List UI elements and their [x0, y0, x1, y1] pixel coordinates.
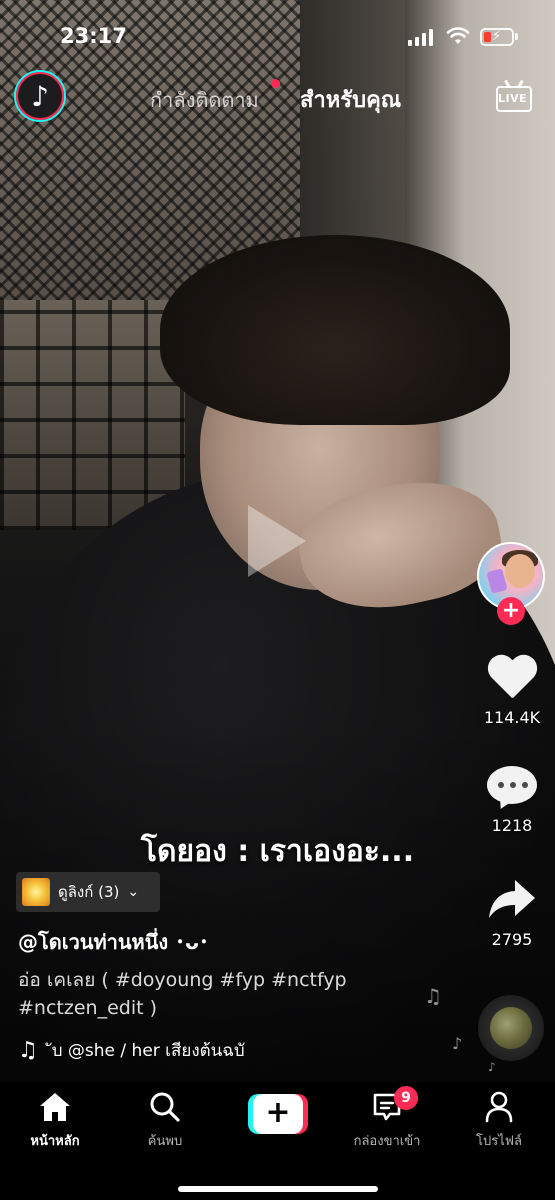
- like-count: 114.4K: [483, 708, 541, 727]
- tab-for-you[interactable]: สำหรับคุณ: [300, 82, 401, 117]
- nav-home-label: หน้าหลัก: [30, 1134, 80, 1149]
- status-bar: 23:17 ⚡: [0, 0, 555, 70]
- sound-title: ับ @she / her เสียงต้นฉบั: [51, 1040, 245, 1061]
- following-notification-dot: [271, 79, 280, 88]
- charging-bolt-icon: ⚡: [492, 29, 502, 44]
- chevron-down-icon: ⌄: [127, 884, 140, 900]
- nav-discover[interactable]: ค้นพบ: [110, 1090, 220, 1151]
- floating-music-note-icon: ♪: [488, 1060, 496, 1074]
- link-chip[interactable]: ดูลิงก์ (3) ⌄: [16, 872, 160, 912]
- battery-icon: ⚡: [480, 28, 514, 46]
- tab-following[interactable]: กำลังติดตาม: [150, 84, 259, 116]
- person-hair: [160, 235, 510, 425]
- status-time: 23:17: [60, 24, 127, 48]
- nav-inbox-label: กล่องขาเข้า: [353, 1134, 421, 1149]
- profile-icon: [485, 1091, 513, 1123]
- play-icon[interactable]: [248, 505, 306, 577]
- cellular-signal-icon: [408, 28, 433, 46]
- sparkle-icon: [22, 878, 50, 906]
- tiktok-logo-icon[interactable]: ♪: [14, 70, 66, 122]
- plus-icon: +: [253, 1094, 303, 1134]
- inbox-badge: 9: [394, 1086, 418, 1110]
- share-button[interactable]: 2795: [477, 878, 547, 949]
- create-button[interactable]: +: [248, 1094, 308, 1134]
- share-arrow-icon: [489, 880, 535, 918]
- wifi-icon: [446, 27, 470, 44]
- link-chip-label: ดูลิงก์ (3): [58, 883, 120, 901]
- video-description-text: อ่อ เคเลย ( #doyoung #fyp #nctfyp #nctze…: [18, 969, 347, 1019]
- home-indicator[interactable]: [178, 1186, 378, 1192]
- live-button[interactable]: LIVE: [496, 79, 532, 114]
- creator-username[interactable]: @โดเวนท่านหนึ่ง ･ᴗ･: [18, 926, 209, 958]
- nav-inbox[interactable]: 9 กล่องขาเข้า: [332, 1086, 442, 1151]
- comment-button[interactable]: 1218: [477, 766, 547, 835]
- follow-plus-icon[interactable]: +: [497, 597, 525, 625]
- nav-profile-label: โปรไฟล์: [476, 1134, 522, 1149]
- nav-discover-label: ค้นพบ: [147, 1134, 183, 1149]
- nav-profile[interactable]: โปรไฟล์: [444, 1090, 554, 1151]
- background-window: [0, 300, 185, 530]
- nav-home[interactable]: หน้าหลัก: [0, 1090, 110, 1151]
- like-button[interactable]: 114.4K: [477, 656, 547, 727]
- live-label: LIVE: [498, 92, 528, 105]
- music-cover-art: [490, 1007, 532, 1049]
- sound-link[interactable]: ♫ ับ @she / her เสียงต้นฉบั: [18, 1036, 448, 1064]
- bottom-navigation: หน้าหลัก ค้นพบ + 9 กล่องขาเข้า โปรไฟล์: [0, 1082, 555, 1200]
- search-icon: [150, 1092, 180, 1122]
- video-overlay-text: โดยอง : เราเองอะ...: [140, 834, 415, 869]
- comment-icon: [487, 766, 537, 813]
- home-icon: [40, 1093, 70, 1121]
- heart-icon: [486, 656, 538, 702]
- video-description: อ่อ เคเลย ( #doyoung #fyp #nctfyp #nctze…: [18, 966, 438, 1022]
- share-count: 2795: [491, 930, 533, 949]
- music-disc-button[interactable]: [478, 995, 544, 1061]
- floating-music-note-icon: ♪: [452, 1034, 463, 1053]
- music-note-icon: ♫: [18, 1037, 38, 1063]
